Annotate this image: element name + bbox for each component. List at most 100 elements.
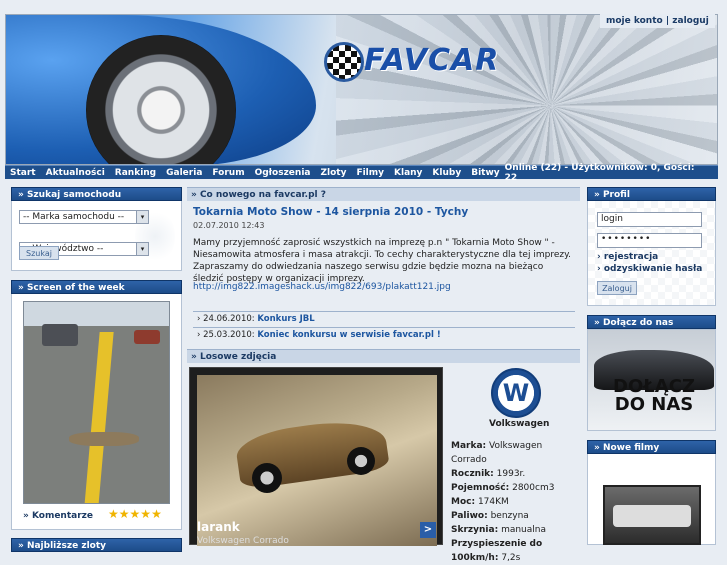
online-status: Online (22) - Użytkowników: 0, Gości: 22 xyxy=(504,162,695,183)
nav-clans[interactable]: Klany xyxy=(389,168,427,178)
spec-label: Paliwo: xyxy=(451,511,488,521)
star-icon: ★ xyxy=(129,507,141,521)
search-box-title: Szukaj samochodu xyxy=(26,190,122,200)
spec-row: Paliwo: benzyna xyxy=(451,509,579,523)
nav-battles[interactable]: Bitwy xyxy=(466,168,504,178)
nav-films[interactable]: Filmy xyxy=(351,168,389,178)
login-input[interactable]: login xyxy=(597,212,702,227)
star-icon: ★ xyxy=(108,507,119,521)
news-date: 24.06.2010: xyxy=(203,314,255,324)
screen-week-header: » Screen of the week xyxy=(11,280,182,294)
spec-value: 1993r. xyxy=(496,469,526,479)
login-link[interactable]: zaloguj xyxy=(672,16,709,26)
photo-user[interactable]: larank xyxy=(197,520,240,534)
arrow-icon: › xyxy=(597,252,604,262)
spec-value: 174KM xyxy=(477,497,509,507)
header-banner: FAVCAR xyxy=(5,14,718,165)
arrow-icon: » xyxy=(18,283,27,293)
search-button[interactable]: Szukaj xyxy=(19,246,59,260)
random-photo[interactable]: larank Volkswagen Corrado > xyxy=(189,367,443,546)
car-graphic xyxy=(613,505,691,527)
brand-select-value: -- Marka samochodu -- xyxy=(23,212,125,222)
nav-ads[interactable]: Ogłoszenia xyxy=(250,168,316,178)
dropdown-arrow-icon: ▾ xyxy=(136,211,148,223)
comments-link[interactable]: » Komentarze xyxy=(23,511,93,521)
volkswagen-logo-icon: W xyxy=(491,368,541,418)
car-graphic xyxy=(134,330,160,344)
car-specs: Marka: Volkswagen Corrado Rocznik: 1993r… xyxy=(451,439,579,565)
article-title[interactable]: Tokarnia Moto Show - 14 sierpnia 2010 - … xyxy=(193,206,468,218)
arrow-icon: › xyxy=(597,264,604,274)
screen-week-image[interactable] xyxy=(23,301,170,504)
spec-row: Pojemność: 2800cm3 xyxy=(451,481,579,495)
arrow-icon: » xyxy=(18,541,27,551)
star-icon: ★ xyxy=(140,507,152,521)
spec-value: benzyna xyxy=(490,511,529,521)
motion-blur-graphic xyxy=(336,15,717,164)
arrow-icon: » xyxy=(594,318,603,328)
film-thumbnail[interactable] xyxy=(603,485,701,545)
article-link[interactable]: http://img822.imageshack.us/img822/693/p… xyxy=(193,282,451,292)
spec-label: Przyspieszenie do 100km/h: xyxy=(451,539,543,563)
nav-meetups[interactable]: Zloty xyxy=(315,168,351,178)
nav-clubs[interactable]: Kluby xyxy=(427,168,466,178)
news-item[interactable]: › 24.06.2010: Konkurs JBL xyxy=(193,311,575,324)
profile-box: login •••••••• › rejestracja › odzyskiwa… xyxy=(587,201,716,306)
screen-week-title: Screen of the week xyxy=(26,283,125,293)
brand-select[interactable]: -- Marka samochodu -- ▾ xyxy=(19,210,149,224)
arrow-icon: » xyxy=(23,511,32,521)
new-films-box xyxy=(587,454,716,545)
truck-graphic xyxy=(42,324,78,346)
logo-checkered-icon[interactable] xyxy=(324,42,364,82)
new-films-header: » Nowe filmy xyxy=(587,440,716,454)
main-nav: Start Aktualności Ranking Galeria Forum … xyxy=(5,163,718,183)
password-input[interactable]: •••••••• xyxy=(597,233,702,248)
search-box-header: » Szukaj samochodu xyxy=(11,187,182,201)
nav-news[interactable]: Aktualności xyxy=(41,168,110,178)
my-account-link[interactable]: moje konto xyxy=(606,16,663,26)
join-banner[interactable]: DOŁĄCZ DO NAS xyxy=(587,329,716,431)
road-line-graphic xyxy=(84,332,114,503)
spec-row: Moc: 174KM xyxy=(451,495,579,509)
car-wheel-graphic xyxy=(347,447,375,475)
meetups-title: Najbliższe zloty xyxy=(26,541,107,551)
profile-title: Profil xyxy=(602,190,630,200)
next-photo-button[interactable]: > xyxy=(420,522,436,538)
site-logo[interactable]: FAVCAR xyxy=(364,43,499,78)
register-label: rejestracja xyxy=(603,252,659,262)
spec-label: Marka: xyxy=(451,441,487,451)
profile-header: » Profil xyxy=(587,187,716,201)
whats-new-header: » Co nowego na favcar.pl ? xyxy=(187,187,580,201)
register-link[interactable]: › rejestracja xyxy=(597,252,658,262)
article-body: Mamy przyjemność zaprosić wszystkich na … xyxy=(193,238,571,284)
spec-label: Pojemność: xyxy=(451,483,510,493)
news-item[interactable]: › 25.03.2010: Koniec konkursu w serwisie… xyxy=(193,327,575,340)
random-photos-header: » Losowe zdjęcia xyxy=(187,349,580,363)
spec-value: 7,2s xyxy=(501,553,521,563)
news-title: Koniec konkursu w serwisie favcar.pl ! xyxy=(257,330,441,340)
spec-row: Przyspieszenie do 100km/h: 7,2s xyxy=(451,537,579,565)
nav-ranking[interactable]: Ranking xyxy=(110,168,161,178)
star-icon: ★ xyxy=(151,507,162,521)
join-header: » Dołącz do nas xyxy=(587,315,716,329)
account-links: moje konto | zaloguj xyxy=(600,14,715,28)
car-wheel-graphic xyxy=(252,463,282,493)
spec-value: manualna xyxy=(501,525,546,535)
join-banner-line2: DO NAS xyxy=(614,394,694,415)
recover-password-link[interactable]: › odzyskiwanie hasła xyxy=(597,264,702,274)
spec-label: Skrzynia: xyxy=(451,525,499,535)
nav-forum[interactable]: Forum xyxy=(207,168,249,178)
arrow-icon: » xyxy=(191,352,200,362)
nav-start[interactable]: Start xyxy=(5,168,41,178)
spec-row: Skrzynia: manualna xyxy=(451,523,579,537)
dropdown-arrow-icon: ▾ xyxy=(136,243,148,255)
comments-label: Komentarze xyxy=(31,511,93,521)
spec-label: Moc: xyxy=(451,497,476,507)
rating-stars[interactable]: ★★★★★ xyxy=(108,507,162,521)
spec-label: Rocznik: xyxy=(451,469,494,479)
join-title: Dołącz do nas xyxy=(602,318,674,328)
arrow-icon: » xyxy=(18,190,27,200)
brand-logo-label: Volkswagen xyxy=(489,419,550,429)
nav-gallery[interactable]: Galeria xyxy=(161,168,207,178)
login-button[interactable]: Zaloguj xyxy=(597,281,637,295)
